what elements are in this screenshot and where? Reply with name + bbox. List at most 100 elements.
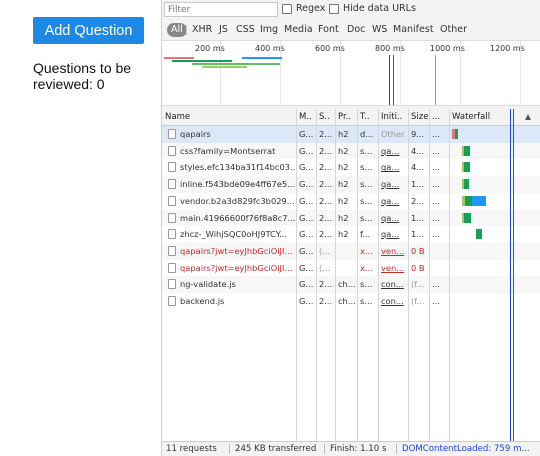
request-size: 4...	[411, 162, 425, 173]
column-divider[interactable]	[449, 109, 450, 441]
column-divider[interactable]	[316, 109, 317, 441]
request-method: G...	[299, 212, 314, 223]
filter-css-button[interactable]: CSS	[234, 23, 257, 37]
table-row[interactable]: inline.f543bde09e4ff67e5... G... 2... h2 s..…	[162, 176, 540, 193]
request-status: 2...	[319, 129, 333, 139]
request-name: vendor.b2a3d829fc3b029...	[180, 195, 295, 206]
table-row[interactable]: ng-validate.js G... 2... ch... s... con... (f.…	[162, 276, 540, 293]
request-name: main.41966600f76f8a8c7...	[180, 212, 296, 223]
col-size-header[interactable]: Size	[408, 109, 429, 126]
request-type: x...	[360, 262, 373, 273]
request-name: css?family=Montserrat	[180, 145, 276, 156]
col-status-header[interactable]: S..	[316, 109, 335, 126]
request-time: ...	[432, 145, 440, 156]
table-row[interactable]: backend.js G... 2... ch... s... con... (f.....…	[162, 293, 540, 310]
finish-time: Finish: 1.10 s	[330, 444, 387, 454]
request-protocol: h2	[338, 229, 349, 240]
dom-content-loaded-time: DOMContentLoaded: 759 m...	[402, 444, 530, 454]
network-panel: Regex Hide data URLs All XHR JS CSS Img …	[161, 0, 540, 456]
request-time	[429, 260, 449, 277]
request-initiator[interactable]: qa...	[378, 159, 408, 176]
request-initiator[interactable]: qa...	[378, 176, 408, 193]
request-initiator[interactable]: qa...	[378, 193, 408, 210]
waterfall-bar	[464, 145, 470, 156]
col-name-header[interactable]: Name	[162, 109, 296, 126]
column-divider[interactable]	[296, 109, 297, 441]
request-method: G...	[299, 279, 314, 290]
filter-js-button[interactable]: JS	[217, 23, 230, 37]
request-size: (f...	[411, 296, 425, 306]
type-filter-bar: All XHR JS CSS Img Media Font Doc WS Man…	[162, 19, 540, 41]
sort-up-icon[interactable]	[525, 114, 531, 120]
request-initiator[interactable]: ven...	[378, 243, 408, 260]
request-method: G...	[299, 296, 314, 306]
file-icon	[168, 195, 176, 206]
filter-ws-button[interactable]: WS	[370, 23, 389, 37]
timeline-overview[interactable]: 200 ms 400 ms 600 ms 800 ms 1000 ms 1200…	[162, 41, 540, 106]
questions-review-count: Questions to be reviewed: 0	[33, 60, 132, 92]
request-type: s...	[360, 212, 373, 223]
table-row[interactable]: qapairs G... 2... h2 d... Other 9......	[162, 126, 540, 143]
request-status: 2...	[319, 296, 333, 306]
request-time: ...	[432, 195, 440, 206]
requests-table: Name M.. S.. Pr.. T.. Initi.. Size ... W…	[162, 109, 540, 441]
request-method: G...	[299, 245, 314, 256]
request-initiator[interactable]: con...	[378, 293, 408, 310]
table-row[interactable]: vendor.b2a3d829fc3b029... G... 2... h2 s... q…	[162, 193, 540, 210]
waterfall-bar	[455, 129, 458, 139]
filter-media-button[interactable]: Media	[282, 23, 315, 37]
waterfall-bar	[465, 195, 472, 206]
request-size: 1...	[411, 212, 425, 223]
filter-input[interactable]	[164, 2, 278, 17]
filter-all-button[interactable]: All	[167, 23, 187, 37]
table-row[interactable]: qapairs?jwt=eyJhbGciOiJI... G... (... x... v…	[162, 260, 540, 277]
request-protocol: h2	[338, 195, 349, 206]
col-protocol-header[interactable]: Pr..	[335, 109, 357, 126]
request-size: 9...	[411, 129, 425, 139]
request-initiator[interactable]: qa...	[378, 226, 408, 243]
file-icon	[168, 296, 176, 306]
col-time-header[interactable]: ...	[429, 109, 449, 126]
request-type: s...	[360, 296, 373, 306]
filter-other-button[interactable]: Other	[438, 23, 469, 37]
table-row[interactable]: zhcz-_WihjSQC0oHJ9TCY... G... 2... h2 f... qa…	[162, 226, 540, 243]
filter-img-button[interactable]: Img	[258, 23, 280, 37]
request-method: G...	[299, 262, 314, 273]
add-question-button[interactable]: Add Question	[33, 17, 144, 44]
column-divider[interactable]	[335, 109, 336, 441]
transferred-size: 245 KB transferred	[235, 444, 317, 454]
table-row[interactable]: main.41966600f76f8a8c7... G... 2... h2 s... q…	[162, 209, 540, 227]
table-header: Name M.. S.. Pr.. T.. Initi.. Size ... W…	[162, 109, 540, 126]
request-status: 2...	[319, 179, 333, 190]
col-method-header[interactable]: M..	[296, 109, 316, 126]
column-divider[interactable]	[378, 109, 379, 441]
filter-xhr-button[interactable]: XHR	[190, 23, 214, 37]
col-type-header[interactable]: T..	[357, 109, 378, 126]
request-type: s...	[360, 145, 373, 156]
request-method: G...	[299, 129, 314, 139]
table-row[interactable]: styles.efc134ba31f14bc03... G... 2... h2 s..…	[162, 159, 540, 176]
request-protocol	[335, 243, 357, 260]
request-size: 2...	[411, 195, 425, 206]
request-initiator[interactable]: qa...	[378, 210, 408, 227]
column-divider[interactable]	[408, 109, 409, 441]
tick-label: 800 ms	[375, 44, 405, 53]
waterfall-bar	[464, 212, 471, 223]
regex-checkbox[interactable]	[282, 4, 292, 14]
request-status: 2...	[319, 195, 333, 206]
request-initiator[interactable]: ven...	[378, 260, 408, 277]
filter-font-button[interactable]: Font	[316, 23, 341, 37]
table-row[interactable]: css?family=Montserrat G... 2... h2 s... qa...…	[162, 142, 540, 160]
column-divider[interactable]	[357, 109, 358, 441]
file-icon	[168, 262, 176, 273]
separator	[396, 444, 397, 454]
col-initiator-header[interactable]: Initi..	[378, 109, 408, 126]
request-initiator[interactable]: con...	[378, 276, 408, 293]
request-protocol: ch...	[338, 279, 356, 290]
column-divider[interactable]	[429, 109, 430, 441]
table-row[interactable]: qapairs?jwt=eyJhbGciOiJI... G... (... x... v…	[162, 242, 540, 260]
filter-doc-button[interactable]: Doc	[345, 23, 367, 37]
filter-manifest-button[interactable]: Manifest	[391, 23, 436, 37]
request-initiator[interactable]: qa...	[378, 143, 408, 160]
hide-data-urls-checkbox[interactable]	[329, 4, 339, 14]
